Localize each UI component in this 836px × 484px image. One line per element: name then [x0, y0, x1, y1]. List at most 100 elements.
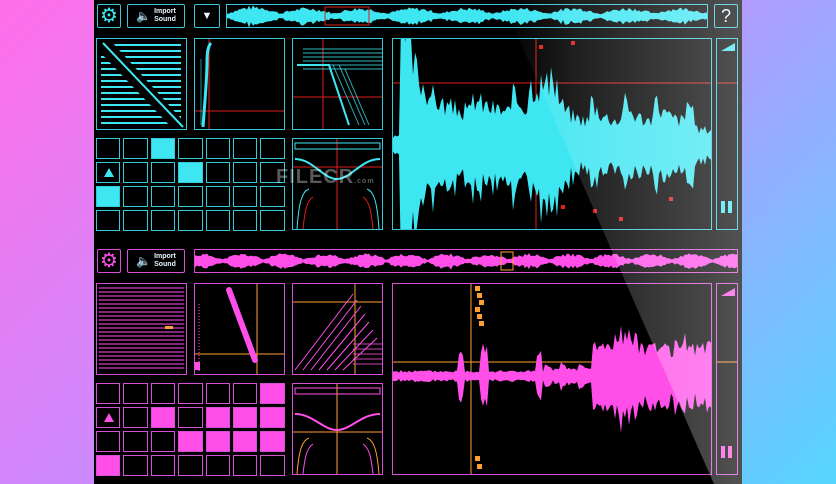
settings-button-top[interactable]: ⚙: [97, 4, 121, 28]
overview-waveform-top[interactable]: [226, 4, 708, 28]
main-waveform-top[interactable]: [392, 38, 712, 230]
pad-cell[interactable]: [150, 162, 176, 183]
main-wave-bottom: [393, 325, 711, 433]
overview-wave-svg-bottom: [195, 251, 737, 271]
pad-cell[interactable]: [178, 431, 203, 452]
volume-slider-top[interactable]: [716, 38, 738, 230]
pad-cell[interactable]: [96, 455, 121, 476]
pad-cell[interactable]: [233, 407, 258, 428]
pad-cell[interactable]: [123, 455, 148, 476]
pad-cell[interactable]: [123, 383, 148, 404]
pad-cell[interactable]: [233, 162, 258, 183]
pad-cell[interactable]: [178, 210, 203, 231]
xy-curve-panel-bottom[interactable]: [194, 283, 285, 375]
settings-button-bottom[interactable]: ⚙: [97, 249, 121, 273]
speaker-icon: 🔈: [136, 254, 152, 268]
pad-cell[interactable]: [178, 138, 203, 159]
pad-cell[interactable]: [205, 186, 230, 207]
gear-icon: ⚙: [100, 5, 118, 27]
curve-svg-top: [195, 39, 284, 129]
lfo-panel-bottom[interactable]: [292, 383, 383, 475]
overview-waveform-bottom[interactable]: [194, 249, 738, 273]
pad-cell[interactable]: [150, 186, 176, 207]
pad-cell[interactable]: [96, 186, 121, 207]
pad-cell[interactable]: [96, 162, 121, 183]
main-wave-svg-bottom: [393, 284, 711, 474]
pad-cell[interactable]: [233, 431, 258, 452]
pad-cell[interactable]: [233, 210, 258, 231]
pad-cell[interactable]: [150, 407, 176, 428]
pad-cell[interactable]: [233, 455, 258, 476]
pad-cell[interactable]: [260, 138, 285, 159]
stripe-pattern-top: [99, 41, 185, 129]
pad-cell[interactable]: [205, 138, 230, 159]
pad-cell[interactable]: [205, 210, 230, 231]
overview-wave-bottom: [195, 253, 737, 270]
pad-cell[interactable]: [233, 138, 258, 159]
pad-cell[interactable]: [260, 383, 285, 404]
volume-ramp-icon: [721, 288, 735, 296]
pad-cell[interactable]: [205, 431, 230, 452]
pad-cell[interactable]: [96, 431, 121, 452]
pad-cell[interactable]: [178, 407, 203, 428]
pad-cell[interactable]: [123, 210, 148, 231]
filter-panel-bottom[interactable]: [292, 283, 383, 375]
help-icon: ?: [720, 5, 731, 26]
pad-grid-bottom: [96, 383, 288, 479]
xy-curve-panel-top[interactable]: [194, 38, 285, 130]
import-sound-label: Import Sound: [154, 8, 176, 23]
volume-slider-bottom[interactable]: [716, 283, 738, 475]
pad-cell[interactable]: [178, 455, 203, 476]
pad-cell[interactable]: [205, 455, 230, 476]
pause-icon: [721, 446, 725, 458]
filter-panel-top[interactable]: [292, 38, 383, 130]
pad-cell[interactable]: [123, 407, 148, 428]
pad-cell[interactable]: [205, 383, 230, 404]
dropdown-button-top[interactable]: ▼: [194, 4, 220, 28]
pad-cell[interactable]: [260, 407, 285, 428]
pad-cell[interactable]: [96, 210, 121, 231]
pad-cell[interactable]: [123, 138, 148, 159]
pad-cell[interactable]: [150, 431, 176, 452]
volume-ramp-icon: [721, 43, 735, 51]
pad-cell[interactable]: [205, 162, 230, 183]
pad-cell[interactable]: [178, 162, 203, 183]
pad-cell[interactable]: [260, 455, 285, 476]
pad-cell[interactable]: [123, 162, 148, 183]
pad-cell[interactable]: [150, 455, 176, 476]
pad-cell[interactable]: [123, 186, 148, 207]
envelope-panel-bottom[interactable]: [96, 283, 187, 375]
sampler-app: ⚙ 🔈 Import Sound ▼ ? ⚙ 🔈 Import Sound FI…: [94, 0, 742, 484]
curve-svg-bottom: [195, 284, 284, 374]
pad-cell[interactable]: [150, 383, 176, 404]
watermark: FILECR.com: [276, 166, 375, 188]
slider-svg-bottom: [717, 288, 737, 458]
pad-cell[interactable]: [260, 210, 285, 231]
main-wave-svg-top: [393, 39, 711, 229]
import-sound-button-bottom[interactable]: 🔈 Import Sound: [127, 249, 185, 273]
triangle-icon: [104, 413, 114, 422]
overview-wave-top: [227, 5, 707, 27]
pad-cell[interactable]: [96, 383, 121, 404]
pad-cell[interactable]: [205, 407, 230, 428]
pad-cell[interactable]: [96, 138, 121, 159]
pad-cell[interactable]: [96, 407, 121, 428]
pad-cell[interactable]: [233, 186, 258, 207]
gear-icon: ⚙: [100, 250, 118, 272]
pad-cell[interactable]: [150, 138, 176, 159]
main-waveform-bottom[interactable]: [392, 283, 712, 475]
triangle-icon: [104, 168, 114, 177]
pad-cell[interactable]: [233, 383, 258, 404]
pad-cell[interactable]: [260, 186, 285, 207]
pad-cell[interactable]: [123, 431, 148, 452]
stripe-pattern-bottom: [99, 287, 184, 369]
pad-cell[interactable]: [178, 383, 203, 404]
help-button[interactable]: ?: [714, 4, 738, 28]
filter-svg-bottom: [293, 284, 382, 374]
pad-cell[interactable]: [260, 431, 285, 452]
import-sound-button-top[interactable]: 🔈 Import Sound: [127, 4, 185, 28]
overview-wave-svg-top: [227, 5, 707, 27]
envelope-panel-top[interactable]: [96, 38, 187, 130]
pad-cell[interactable]: [150, 210, 176, 231]
pad-cell[interactable]: [178, 186, 203, 207]
